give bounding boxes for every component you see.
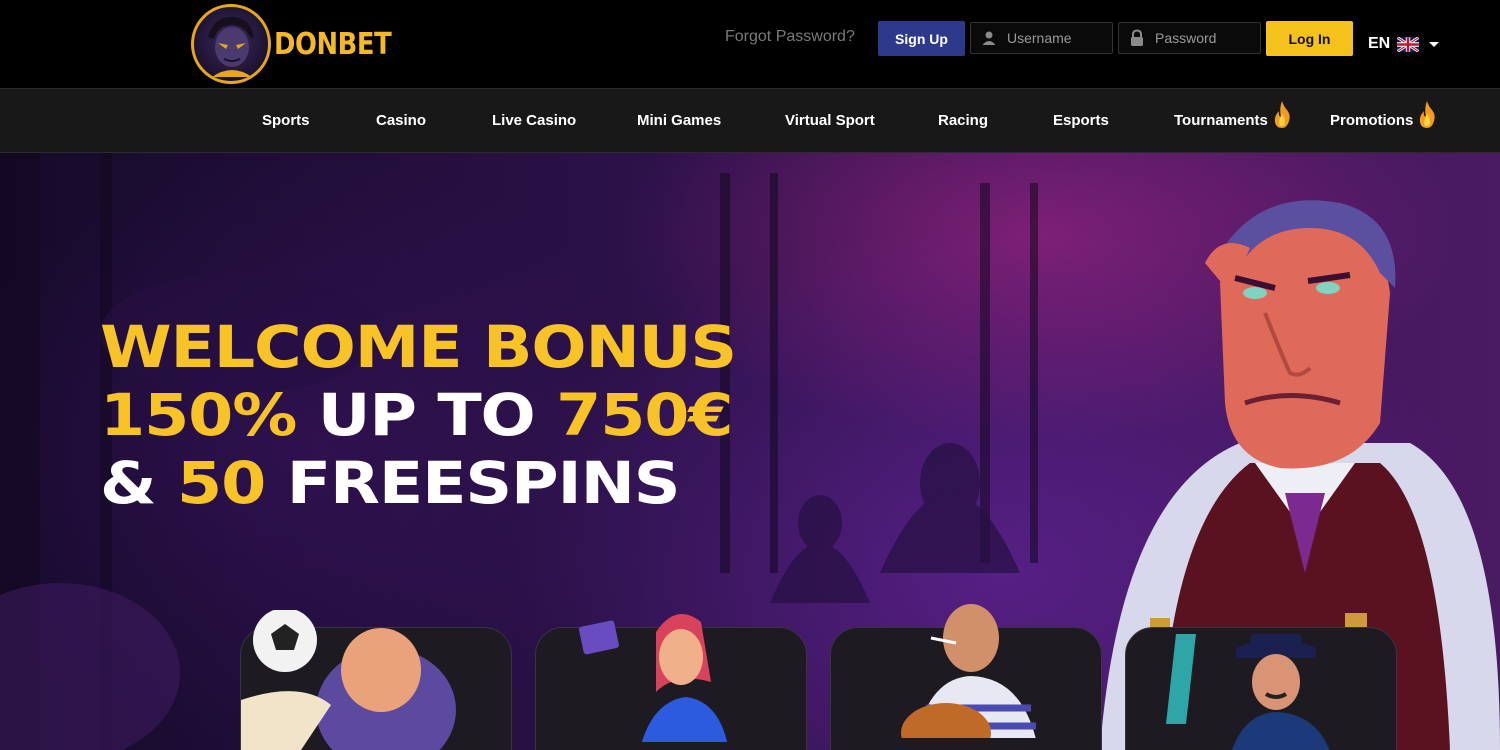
- log-in-button[interactable]: Log In: [1266, 21, 1353, 56]
- language-selector[interactable]: EN: [1368, 33, 1440, 55]
- mini-games-tile[interactable]: [1125, 627, 1397, 750]
- card-lady-icon: [578, 614, 728, 742]
- username-input[interactable]: [1007, 30, 1107, 46]
- nav-item-tournaments[interactable]: Tournaments: [1174, 89, 1291, 152]
- nav-label: Tournaments: [1174, 112, 1268, 129]
- headline-up-to: UP TO: [296, 381, 557, 449]
- nav-label: Mini Games: [637, 112, 722, 129]
- top-header: DONBET Forgot Password? Sign Up Log In E…: [0, 0, 1500, 88]
- nav-item-mini-games[interactable]: Mini Games: [637, 89, 721, 152]
- headline-freespins: FREESPINS: [265, 449, 681, 517]
- live-casino-tile[interactable]: [830, 604, 1102, 750]
- uk-flag-icon: [1397, 36, 1420, 52]
- chef-character-icon: [901, 604, 1036, 738]
- nav-label: Racing: [938, 112, 989, 129]
- nav-label: Virtual Sport: [785, 112, 875, 129]
- nav-item-live-casino[interactable]: Live Casino: [492, 89, 576, 152]
- flame-icon: [1420, 100, 1436, 128]
- welcome-bonus-headline: WELCOME BONUS 150% UP TO 750€ & 50 FREES…: [100, 313, 737, 517]
- language-code: EN: [1368, 35, 1391, 52]
- logo-text: DONBET: [274, 26, 392, 62]
- headline-spin-count: 50: [177, 449, 266, 517]
- sign-up-button[interactable]: Sign Up: [878, 21, 965, 56]
- nav-label: Live Casino: [492, 112, 577, 129]
- casino-tile[interactable]: [535, 614, 807, 750]
- hero-banner[interactable]: WELCOME BONUS 150% UP TO 750€ & 50 FREES…: [0, 153, 1500, 750]
- username-field[interactable]: [970, 22, 1113, 54]
- password-input[interactable]: [1155, 30, 1255, 46]
- nav-label: Sports: [262, 112, 310, 129]
- lock-icon: [1119, 23, 1155, 53]
- gangster-character-icon: [1166, 634, 1330, 750]
- password-field[interactable]: [1118, 22, 1261, 54]
- headline-amount: 750€: [556, 381, 733, 449]
- nav-item-casino[interactable]: Casino: [376, 89, 426, 152]
- nav-item-virtual-sport[interactable]: Virtual Sport: [785, 89, 875, 152]
- nav-label: Casino: [376, 112, 427, 129]
- site-logo[interactable]: DONBET: [191, 4, 410, 84]
- headline-percent: 150%: [100, 381, 297, 449]
- logo-badge-icon: [191, 4, 271, 84]
- headline-line-2: 150% UP TO 750€: [100, 381, 736, 449]
- forgot-password-link[interactable]: Forgot Password?: [725, 28, 855, 46]
- nav-item-promotions[interactable]: Promotions: [1330, 89, 1436, 152]
- headline-line-3: & 50 FREESPINS: [100, 449, 736, 517]
- headline-welcome-bonus: WELCOME BONUS: [100, 313, 737, 381]
- football-character-icon: [241, 610, 456, 750]
- flame-icon: [1274, 100, 1290, 128]
- sports-tile[interactable]: [240, 610, 512, 750]
- nav-label: Esports: [1053, 112, 1109, 129]
- nav-item-sports[interactable]: Sports: [262, 89, 310, 152]
- nav-item-racing[interactable]: Racing: [938, 89, 988, 152]
- chevron-down-icon: [1429, 41, 1440, 47]
- nav-label: Promotions: [1330, 112, 1414, 129]
- user-icon: [971, 23, 1007, 53]
- headline-ampersand: &: [100, 449, 178, 517]
- main-nav: Sports Casino Live Casino Mini Games Vir…: [0, 88, 1500, 153]
- nav-item-esports[interactable]: Esports: [1053, 89, 1109, 152]
- headline-line-1: WELCOME BONUS: [100, 313, 737, 381]
